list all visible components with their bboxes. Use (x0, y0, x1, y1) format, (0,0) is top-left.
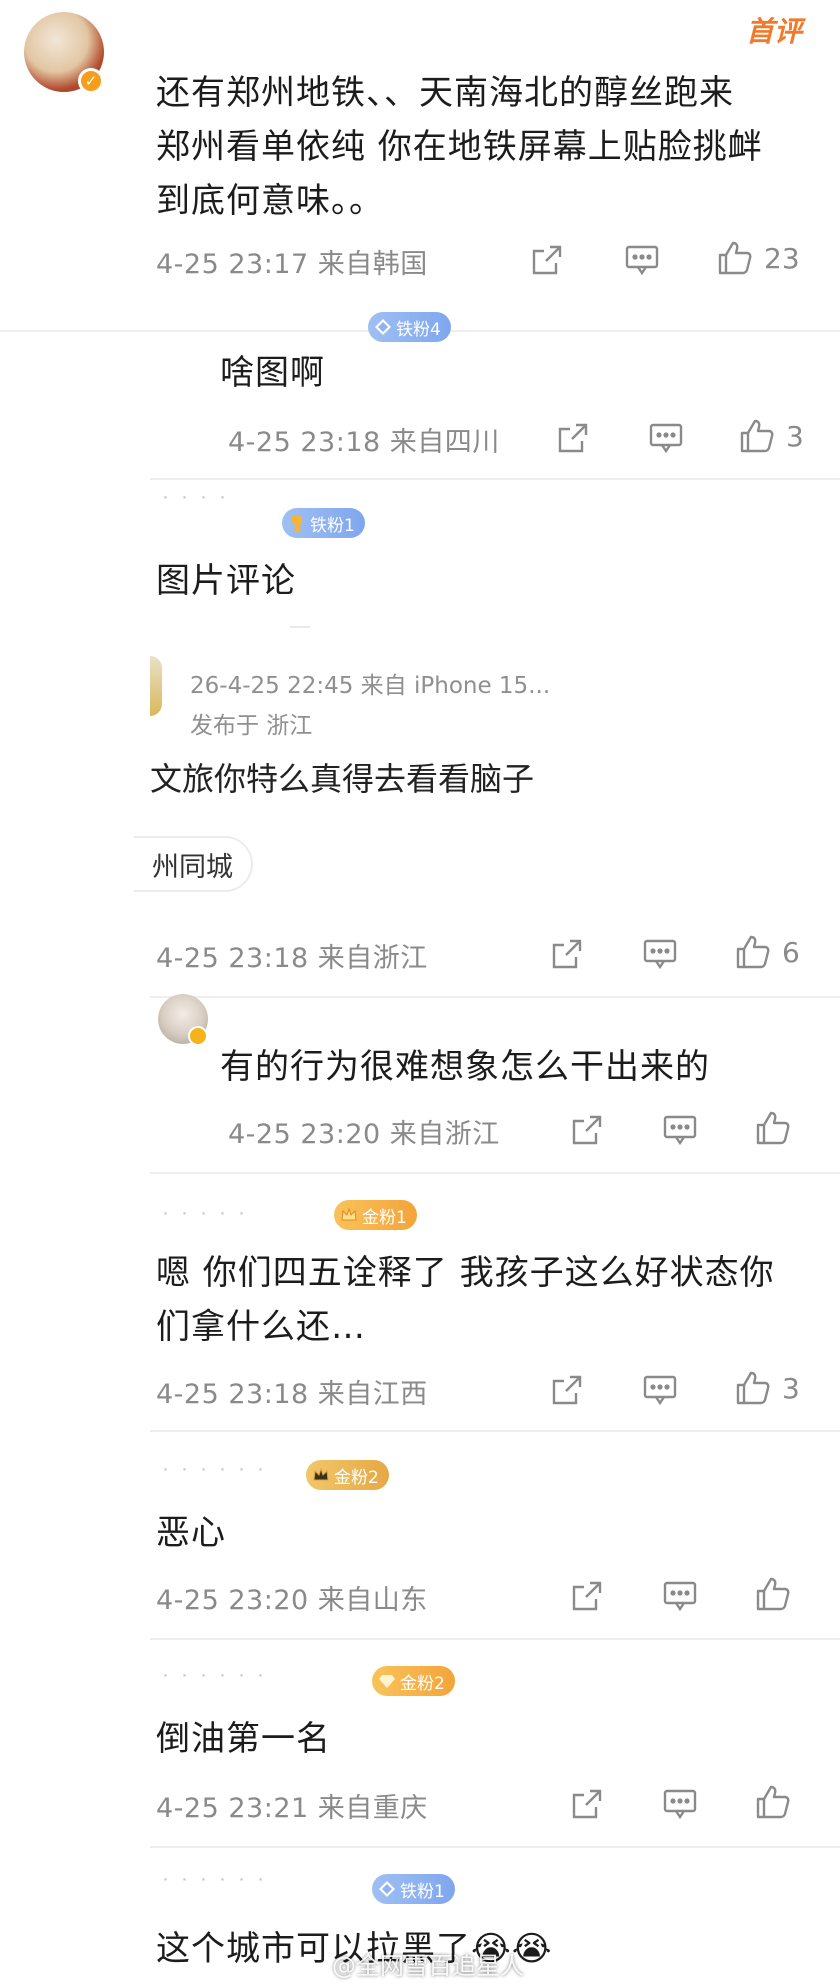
reply-button[interactable] (642, 934, 678, 974)
verified-badge-icon: ✓ (78, 68, 104, 94)
reply-button[interactable] (662, 1110, 698, 1150)
reply-button[interactable] (662, 1784, 698, 1824)
like-button[interactable] (754, 1574, 792, 1614)
share-icon (572, 1115, 602, 1145)
thumbs-up-icon (740, 419, 774, 453)
thumbs-up-icon (736, 1371, 770, 1405)
like-count: 3 (786, 419, 804, 453)
thumbs-up-icon (736, 935, 770, 969)
hot-comment-label: 首评 (745, 15, 802, 48)
share-icon (572, 1581, 602, 1611)
fan-badge: 金粉2 (372, 1666, 455, 1696)
comment-meta: 4-25 23:18 来自江西 (156, 1379, 428, 1410)
fan-badge: 铁粉1 (372, 1874, 455, 1904)
like-button[interactable]: 3 (734, 1368, 800, 1408)
thumbs-up-icon (756, 1577, 790, 1611)
thumbs-up-icon (718, 241, 752, 275)
share-button[interactable] (550, 934, 584, 974)
gem-icon (379, 1675, 395, 1688)
divider (150, 1846, 840, 1848)
share-button[interactable] (570, 1576, 604, 1616)
obscured-username: ˙˙˙˙˙˙ (160, 1672, 274, 1697)
comment-meta: 4-25 23:17 来自韩国 (156, 249, 428, 280)
share-button[interactable] (530, 240, 564, 280)
comment-meta: 4-25 23:18 来自浙江 (156, 943, 428, 974)
like-button[interactable]: 3 (738, 416, 804, 456)
like-button[interactable]: 6 (734, 932, 800, 972)
comment-icon (625, 245, 659, 276)
fan-badge: 金粉1 (334, 1200, 417, 1230)
crown-icon (341, 1207, 357, 1221)
quoted-image[interactable]: 26-4-25 22:45 来自 iPhone 15... 发布于 浙江 文旅你… (150, 636, 840, 858)
comment-text: 图片评论 (156, 561, 296, 601)
share-button[interactable] (570, 1110, 604, 1150)
comment-text: 倒油第一名 (156, 1719, 331, 1759)
city-tag[interactable]: 州同城 (134, 836, 253, 892)
thumbs-up-icon (756, 1111, 790, 1145)
share-icon (558, 423, 588, 453)
comment-text: 啥图啊 (220, 353, 325, 393)
verified-badge-icon (188, 1026, 208, 1046)
watermark: @全网雪百追星人 (332, 1952, 524, 1980)
reply-button[interactable] (662, 1576, 698, 1616)
divider (150, 478, 840, 480)
share-icon (572, 1789, 602, 1819)
share-button[interactable] (556, 418, 590, 458)
obscured-username: ˙˙˙˙ (160, 494, 236, 519)
comment-icon (663, 1115, 697, 1146)
comment-icon (643, 1375, 677, 1406)
fan-badge: 铁粉4 (368, 312, 451, 342)
like-button[interactable]: 23 (716, 238, 800, 278)
comment-icon (663, 1581, 697, 1612)
share-icon (552, 1375, 582, 1405)
reply-button[interactable] (642, 1370, 678, 1410)
share-icon (552, 939, 582, 969)
obscured-username: ˙˙˙˙˙ (160, 1210, 255, 1235)
reply-button[interactable] (624, 240, 660, 280)
crown-icon (313, 1467, 329, 1481)
fan-badge: 铁粉1 (282, 508, 365, 538)
like-button[interactable] (754, 1782, 792, 1822)
trophy-icon (292, 516, 302, 531)
obscured-username: ˙˙˙˙˙˙ (160, 1466, 274, 1491)
comment-text: 嗯 你们四五诠释了 我孩子这么好状态你 们拿什么还… (156, 1253, 775, 1347)
comment-text: 有的行为很难想象怎么干出来的 (220, 1047, 710, 1087)
fan-badge: 金粉2 (306, 1460, 389, 1490)
share-button[interactable] (550, 1370, 584, 1410)
comment-meta: 4-25 23:20 来自浙江 (228, 1119, 500, 1150)
comment-icon (649, 423, 683, 454)
like-button[interactable] (754, 1108, 792, 1148)
quoted-text: 文旅你特么真得去看看脑子 (150, 760, 535, 798)
comment-meta: 4-25 23:20 来自山东 (156, 1585, 428, 1616)
comment-text: 恶心 (156, 1513, 226, 1553)
like-count: 23 (764, 241, 800, 275)
comment-text: 还有郑州地铁、、天南海北的醇丝跑来 郑州看单依纯 你在地铁屏幕上贴脸挑衅 到底何… (156, 73, 763, 221)
like-count: 3 (782, 1371, 800, 1405)
divider (150, 1172, 840, 1174)
quoted-time: 26-4-25 22:45 来自 iPhone 15... (190, 673, 551, 699)
comment-meta: 4-25 23:21 来自重庆 (156, 1793, 428, 1824)
obscured-username: ˙˙˙˙˙˙ (160, 1876, 274, 1901)
thumbs-up-icon (756, 1785, 790, 1819)
diamond-icon (379, 1881, 395, 1897)
quoted-location: 发布于 浙江 (190, 713, 313, 739)
divider (150, 996, 840, 998)
divider (150, 1638, 840, 1640)
share-icon (532, 245, 562, 275)
comment-icon (663, 1789, 697, 1820)
share-button[interactable] (570, 1784, 604, 1824)
quoted-avatar (150, 656, 162, 716)
divider (290, 626, 310, 628)
diamond-icon (375, 319, 391, 335)
like-count: 6 (782, 935, 800, 969)
divider (150, 1430, 840, 1432)
reply-button[interactable] (648, 418, 684, 458)
comment-meta: 4-25 23:18 来自四川 (228, 427, 500, 458)
comment-icon (643, 939, 677, 970)
